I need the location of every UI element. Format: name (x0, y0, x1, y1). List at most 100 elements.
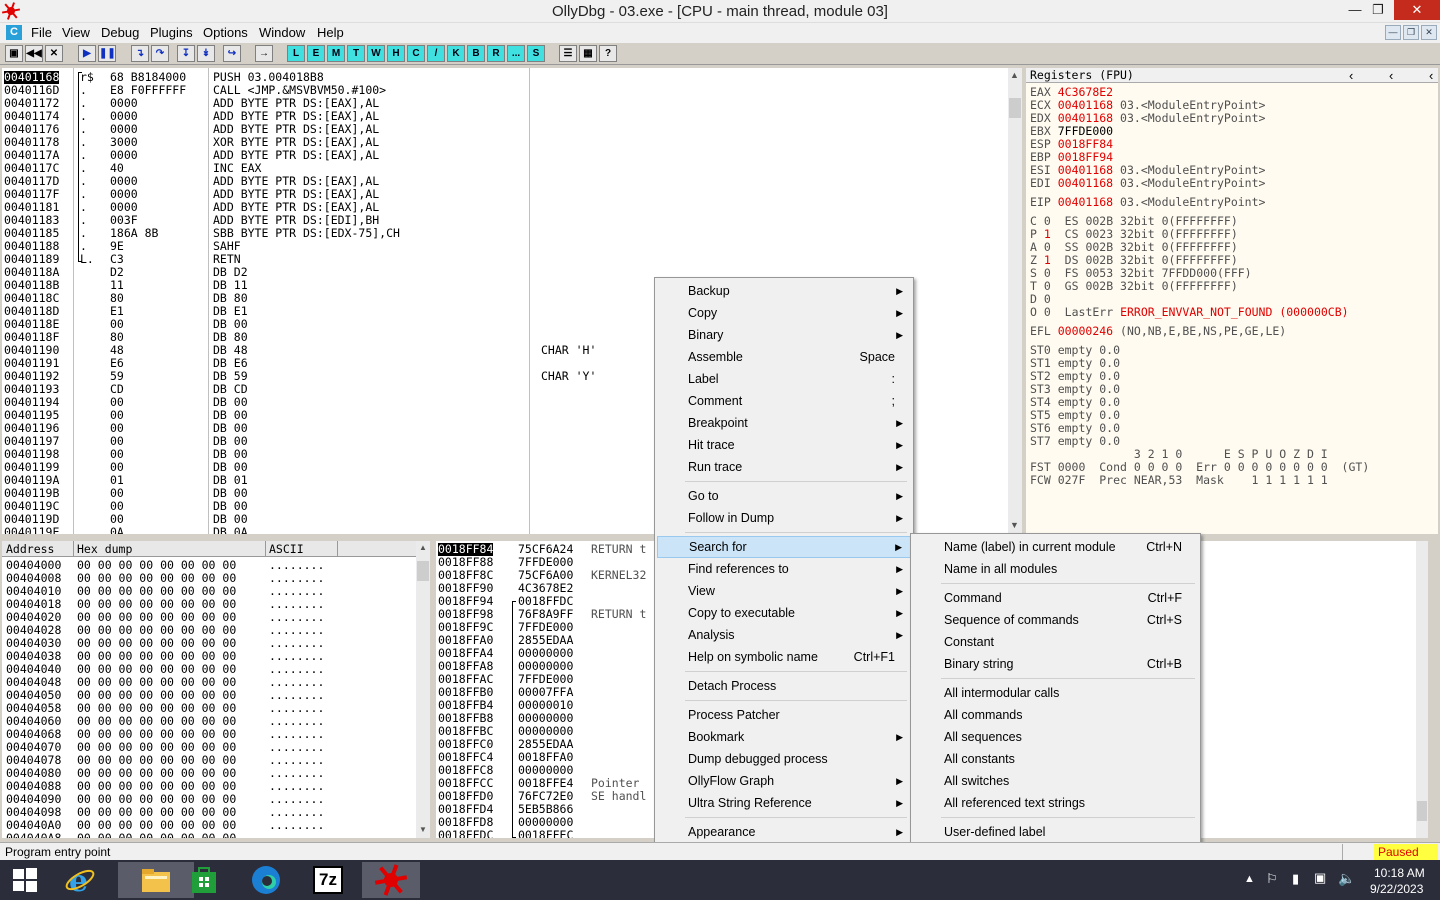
toolbar-references-button[interactable]: R (487, 45, 505, 62)
register-value[interactable]: 4C3678E2 (1058, 85, 1113, 99)
registers-pane[interactable]: Registers (FPU) ‹ ‹ ‹ EAX 4C3678E2 ECX 0… (1026, 68, 1438, 534)
tray-network-icon[interactable]: ▣ (1314, 870, 1326, 886)
flag-value[interactable]: 0 (1044, 240, 1051, 254)
register-line[interactable]: EFL 00000246 (NO,NB,E,BE,NS,PE,GE,LE) (1030, 325, 1286, 338)
context-menu-item[interactable]: Assemble Space (657, 346, 911, 368)
context-menu-item[interactable]: Copy to executable ▶ (657, 602, 911, 624)
register-value[interactable]: 0018FF94 (1058, 150, 1113, 164)
register-value[interactable]: 00401168 (1058, 111, 1113, 125)
menu-view[interactable]: View (62, 25, 90, 40)
menu-options[interactable]: Options (203, 25, 248, 40)
submenu-item[interactable]: All sequences (913, 726, 1198, 748)
dump-col-hex[interactable]: Hex dump (77, 542, 132, 556)
submenu-item[interactable]: User-defined label (913, 821, 1198, 843)
toolbar-modules-button[interactable]: E (307, 45, 325, 62)
register-line[interactable]: EIP 00401168 03.<ModuleEntryPoint> (1030, 196, 1265, 209)
menu-help[interactable]: Help (317, 25, 344, 40)
dump-col-address[interactable]: Address (6, 542, 54, 556)
register-value[interactable]: 00401168 (1058, 176, 1113, 190)
step-over-icon[interactable]: ↷ (151, 45, 169, 62)
dump-col-ascii[interactable]: ASCII (269, 542, 304, 556)
register-value[interactable]: 7FFDE000 (1058, 124, 1113, 138)
hex-dump-pane[interactable]: Address Hex dump ASCII 00404000 00 00 00 … (2, 541, 430, 838)
flag-value[interactable]: 0 (1044, 266, 1051, 280)
restore-button[interactable]: ❐ (1361, 0, 1395, 20)
context-menu-item[interactable]: Copy ▶ (657, 302, 911, 324)
disasm-row[interactable]: 00401188. 9E SAHF (2, 240, 1008, 253)
toolbar-patches-button[interactable]: / (427, 45, 445, 62)
disasm-row[interactable]: 00401181. 0000 ADD BYTE PTR DS:[EAX],AL (2, 201, 1008, 214)
submenu-item[interactable]: Sequence of commands Ctrl+S (913, 609, 1198, 631)
flag-value[interactable]: 0 (1044, 214, 1051, 228)
stack-address[interactable]: 0018FFDC (438, 829, 493, 839)
toolbar-windows-button[interactable]: W (367, 45, 385, 62)
register-value[interactable]: 00401168 (1058, 98, 1113, 112)
taskbar-time[interactable]: 10:18 AM (1374, 866, 1425, 880)
submenu-item[interactable]: Name (label) in current module Ctrl+N (913, 536, 1198, 558)
toolbar-breakpoints-button[interactable]: B (467, 45, 485, 62)
dump-scrollbar[interactable]: ▲ ▼ (416, 541, 430, 838)
flag-value[interactable]: 0 (1044, 279, 1051, 293)
disasm-address[interactable]: 0040119E (4, 526, 59, 535)
disasm-row[interactable]: 00401185. 186A 8B SBB BYTE PTR DS:[EDX-75]… (2, 227, 1008, 240)
submenu-item[interactable]: Binary string Ctrl+B (913, 653, 1198, 675)
register-line[interactable]: O 0 LastErr ERROR_ENVVAR_NOT_FOUND (0000… (1030, 306, 1349, 319)
context-menu-item[interactable]: Hit trace ▶ (657, 434, 911, 456)
context-menu-item[interactable]: Backup ▶ (657, 280, 911, 302)
toolbar-runtrace-button[interactable]: ... (507, 45, 525, 62)
menu-debug[interactable]: Debug (101, 25, 139, 40)
submenu-item[interactable]: Name in all modules (913, 558, 1198, 580)
mdi-close-button[interactable]: ✕ (1421, 25, 1437, 40)
menu-plugins[interactable]: Plugins (150, 25, 193, 40)
context-menu-item[interactable]: Label: (657, 368, 911, 390)
context-menu-item[interactable]: Dump debugged process (657, 748, 911, 770)
context-menu-item[interactable]: Search for ▶ (657, 536, 911, 558)
flag-value[interactable]: 1 (1044, 227, 1051, 241)
stack-scrollbar[interactable] (1416, 541, 1428, 838)
close-icon[interactable]: ✕ (45, 45, 63, 62)
disasm-row[interactable]: 00401189 L. C3 RETN (2, 253, 1008, 266)
efl-value[interactable]: 00000246 (1058, 324, 1113, 338)
disasm-row[interactable]: 00401176. 0000 ADD BYTE PTR DS:[EAX],AL (2, 123, 1008, 136)
list-icon[interactable]: ☰ (559, 45, 577, 62)
next-view-icon[interactable]: ‹ (1389, 68, 1393, 83)
taskbar-date[interactable]: 9/22/2023 (1370, 882, 1423, 896)
goto-icon[interactable]: → (255, 45, 273, 62)
collapse-icon[interactable]: ‹ (1429, 68, 1433, 83)
prev-view-icon[interactable]: ‹ (1349, 68, 1353, 83)
context-menu-item[interactable]: Run trace ▶ (657, 456, 911, 478)
disasm-row[interactable]: 00401172. 0000 ADD BYTE PTR DS:[EAX],AL (2, 97, 1008, 110)
execute-till-return-icon[interactable]: ↪ (223, 45, 241, 62)
toolbar-threads-button[interactable]: T (347, 45, 365, 62)
flag-value[interactable]: 1 (1044, 253, 1051, 267)
context-menu-item[interactable]: OllyFlow Graph ▶ (657, 770, 911, 792)
context-menu-item[interactable]: Process Patcher (657, 704, 911, 726)
register-value[interactable]: 00401168 (1058, 163, 1113, 177)
flag-value[interactable]: 0 (1044, 305, 1051, 319)
submenu-item[interactable]: Command Ctrl+F (913, 587, 1198, 609)
trace-into-icon[interactable]: ↧ (177, 45, 195, 62)
toolbar-callstack-button[interactable]: K (447, 45, 465, 62)
tray-battery-icon[interactable]: ▮ (1292, 871, 1299, 887)
context-menu-item[interactable]: Analysis ▶ (657, 624, 911, 646)
ollydbg-icon[interactable] (362, 862, 420, 898)
mdi-minimize-button[interactable]: — (1385, 25, 1401, 40)
context-menu-item[interactable]: Bookmark ▶ (657, 726, 911, 748)
disasm-row[interactable]: 0040117A. 0000 ADD BYTE PTR DS:[EAX],AL (2, 149, 1008, 162)
mdi-restore-button[interactable]: ❐ (1403, 25, 1419, 40)
submenu-item[interactable]: All commands (913, 704, 1198, 726)
disasm-row[interactable]: 0040117D. 0000 ADD BYTE PTR DS:[EAX],AL (2, 175, 1008, 188)
context-menu-item[interactable]: Find references to ▶ (657, 558, 911, 580)
menu-window[interactable]: Window (259, 25, 305, 40)
toolbar-cpu-button[interactable]: C (407, 45, 425, 62)
toolbar-log-button[interactable]: L (287, 45, 305, 62)
context-menu-item[interactable]: Breakpoint ▶ (657, 412, 911, 434)
register-line[interactable]: EDI 00401168 03.<ModuleEntryPoint> (1030, 177, 1265, 190)
context-menu-item[interactable]: Help on symbolic name Ctrl+F1 (657, 646, 911, 668)
context-menu-item[interactable]: Binary ▶ (657, 324, 911, 346)
pause-icon[interactable]: ❚❚ (98, 45, 116, 62)
disasm-row[interactable]: 0040116D. E8 F0FFFFFF CALL <JMP.&MSVBVM50.… (2, 84, 1008, 97)
toolbar-memory-button[interactable]: M (327, 45, 345, 62)
toolbar-source-button[interactable]: S (527, 45, 545, 62)
grid-icon[interactable]: ▦ (579, 45, 597, 62)
